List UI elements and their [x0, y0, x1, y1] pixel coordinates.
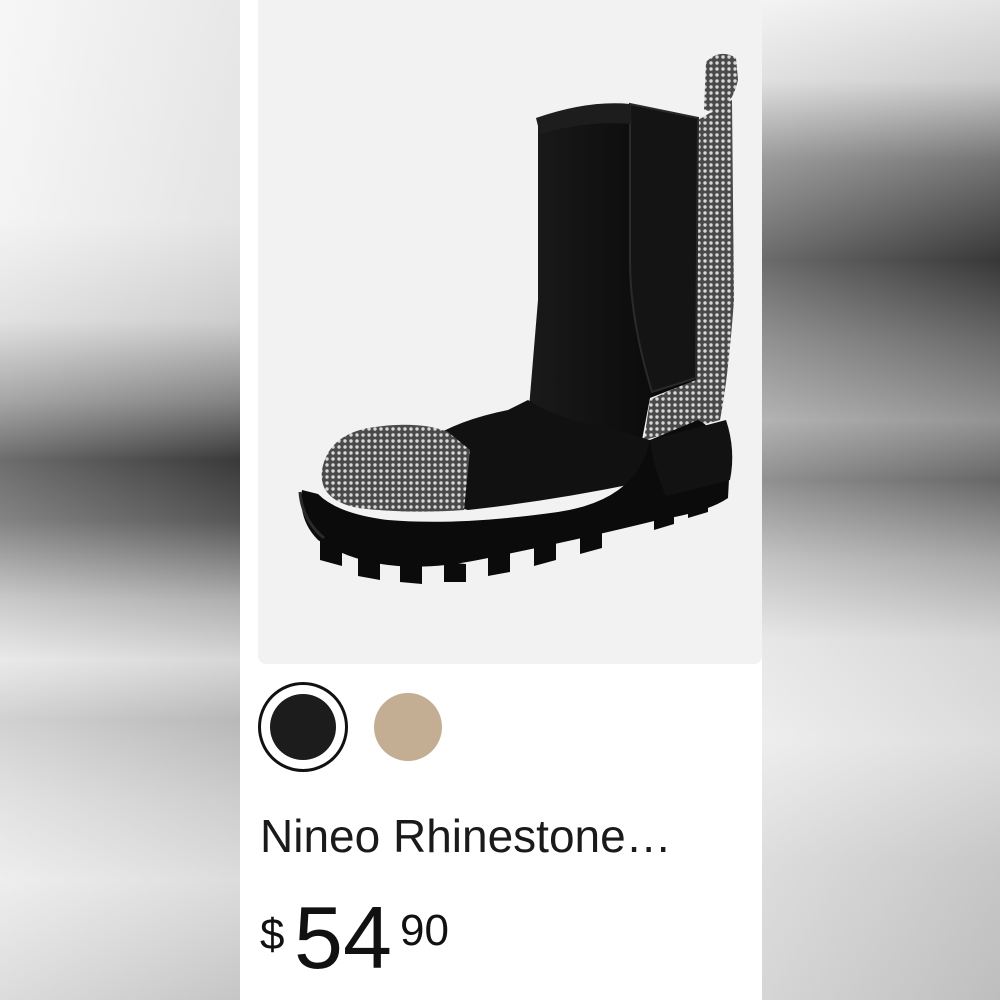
price-whole: 54 [294, 888, 392, 987]
price-currency: $ [260, 910, 285, 959]
swatch-black[interactable] [258, 682, 348, 772]
blurred-background-right [760, 0, 1000, 1000]
product-image[interactable] [258, 0, 762, 664]
blurred-background-left [0, 0, 240, 1000]
chelsea-boot-image [298, 53, 738, 584]
swatch-tan[interactable] [374, 693, 442, 761]
swatch-black-dot [270, 694, 336, 760]
product-title[interactable]: Nineo Rhinestone… [260, 808, 760, 864]
product-card[interactable]: Nineo Rhinestone… $ 54 90 [240, 0, 762, 1000]
price-fraction: 90 [400, 906, 449, 955]
